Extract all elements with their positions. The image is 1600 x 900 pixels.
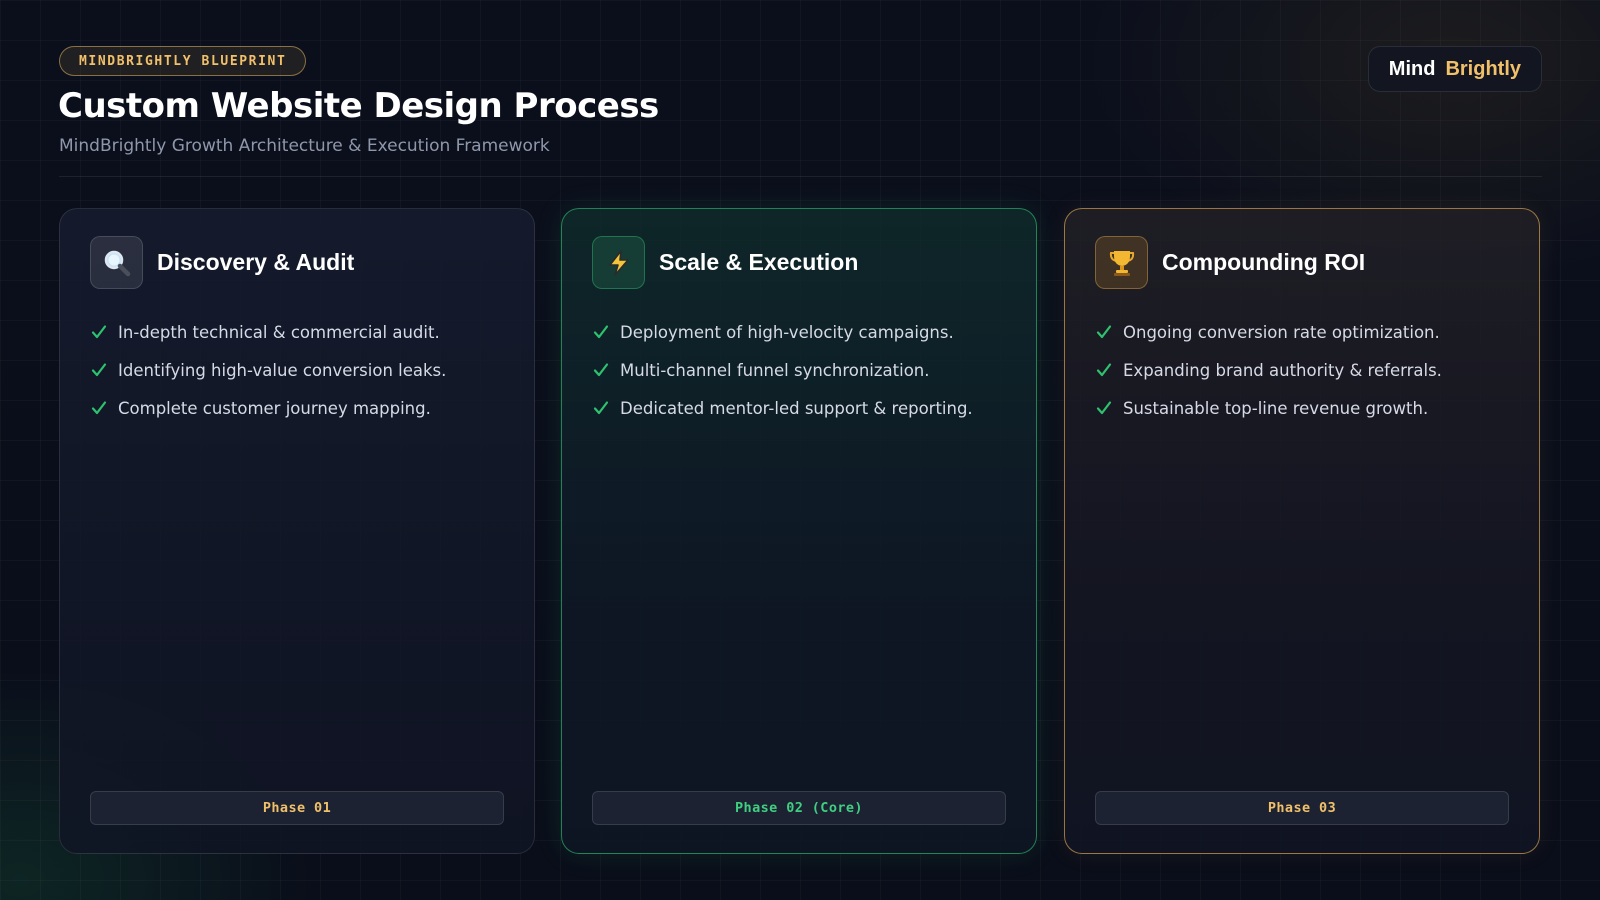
list-item-text: Complete customer journey mapping. [118, 398, 431, 418]
checkmark-icon [90, 361, 108, 379]
header-divider [59, 176, 1542, 177]
magnifying-glass-icon [90, 236, 143, 289]
bullet-list: Deployment of high-velocity campaigns. M… [592, 313, 973, 427]
list-item-text: Identifying high-value conversion leaks. [118, 360, 447, 380]
brand-logo: Mind Brightly [1367, 46, 1542, 92]
list-item-text: Deployment of high-velocity campaigns. [620, 322, 954, 342]
brand-logo-part-2: Brightly [1445, 57, 1521, 80]
list-item: In-depth technical & commercial audit. [90, 313, 446, 351]
card-header: Discovery & Audit [90, 236, 354, 289]
list-item: Expanding brand authority & referrals. [1095, 351, 1442, 389]
trophy-icon [1095, 236, 1148, 289]
checkmark-icon [90, 399, 108, 417]
list-item: Ongoing conversion rate optimization. [1095, 313, 1442, 351]
checkmark-icon [1095, 323, 1113, 341]
phase-card-discovery: Discovery & Audit In-depth technical & c… [59, 208, 535, 854]
bullet-list: In-depth technical & commercial audit. I… [90, 313, 446, 427]
checkmark-icon [592, 399, 610, 417]
list-item-text: Sustainable top-line revenue growth. [1123, 398, 1429, 418]
list-item: Dedicated mentor-led support & reporting… [592, 389, 973, 427]
list-item-text: In-depth technical & commercial audit. [118, 322, 440, 342]
lightning-icon [592, 236, 645, 289]
card-title: Scale & Execution [659, 249, 859, 275]
list-item: Multi-channel funnel synchronization. [592, 351, 973, 389]
checkmark-icon [1095, 399, 1113, 417]
checkmark-icon [592, 361, 610, 379]
checkmark-icon [592, 323, 610, 341]
phase-card-execution: Scale & Execution Deployment of high-vel… [561, 208, 1037, 854]
phase-label: Phase 03 [1095, 791, 1509, 825]
list-item: Complete customer journey mapping. [90, 389, 446, 427]
page-title: Custom Website Design Process [58, 86, 659, 126]
card-title: Compounding ROI [1162, 249, 1366, 275]
card-header: Scale & Execution [592, 236, 858, 289]
bullet-list: Ongoing conversion rate optimization. Ex… [1095, 313, 1442, 427]
card-title: Discovery & Audit [157, 249, 355, 275]
list-item: Deployment of high-velocity campaigns. [592, 313, 973, 351]
header-badge: MINDBRIGHTLY BLUEPRINT [59, 46, 307, 76]
list-item-text: Multi-channel funnel synchronization. [620, 360, 930, 380]
page-subtitle: MindBrightly Growth Architecture & Execu… [59, 136, 550, 156]
list-item-text: Ongoing conversion rate optimization. [1123, 322, 1440, 342]
list-item-text: Dedicated mentor-led support & reporting… [620, 398, 973, 418]
phase-label: Phase 01 [90, 791, 504, 825]
checkmark-icon [1095, 361, 1113, 379]
phase-label: Phase 02 (Core) [592, 791, 1006, 825]
list-item-text: Expanding brand authority & referrals. [1123, 360, 1442, 380]
phase-card-roi: Compounding ROI Ongoing conversion rate … [1064, 208, 1540, 854]
list-item: Identifying high-value conversion leaks. [90, 351, 446, 389]
list-item: Sustainable top-line revenue growth. [1095, 389, 1442, 427]
checkmark-icon [90, 323, 108, 341]
card-header: Compounding ROI [1095, 236, 1365, 289]
brand-logo-part-1: Mind [1388, 57, 1436, 80]
